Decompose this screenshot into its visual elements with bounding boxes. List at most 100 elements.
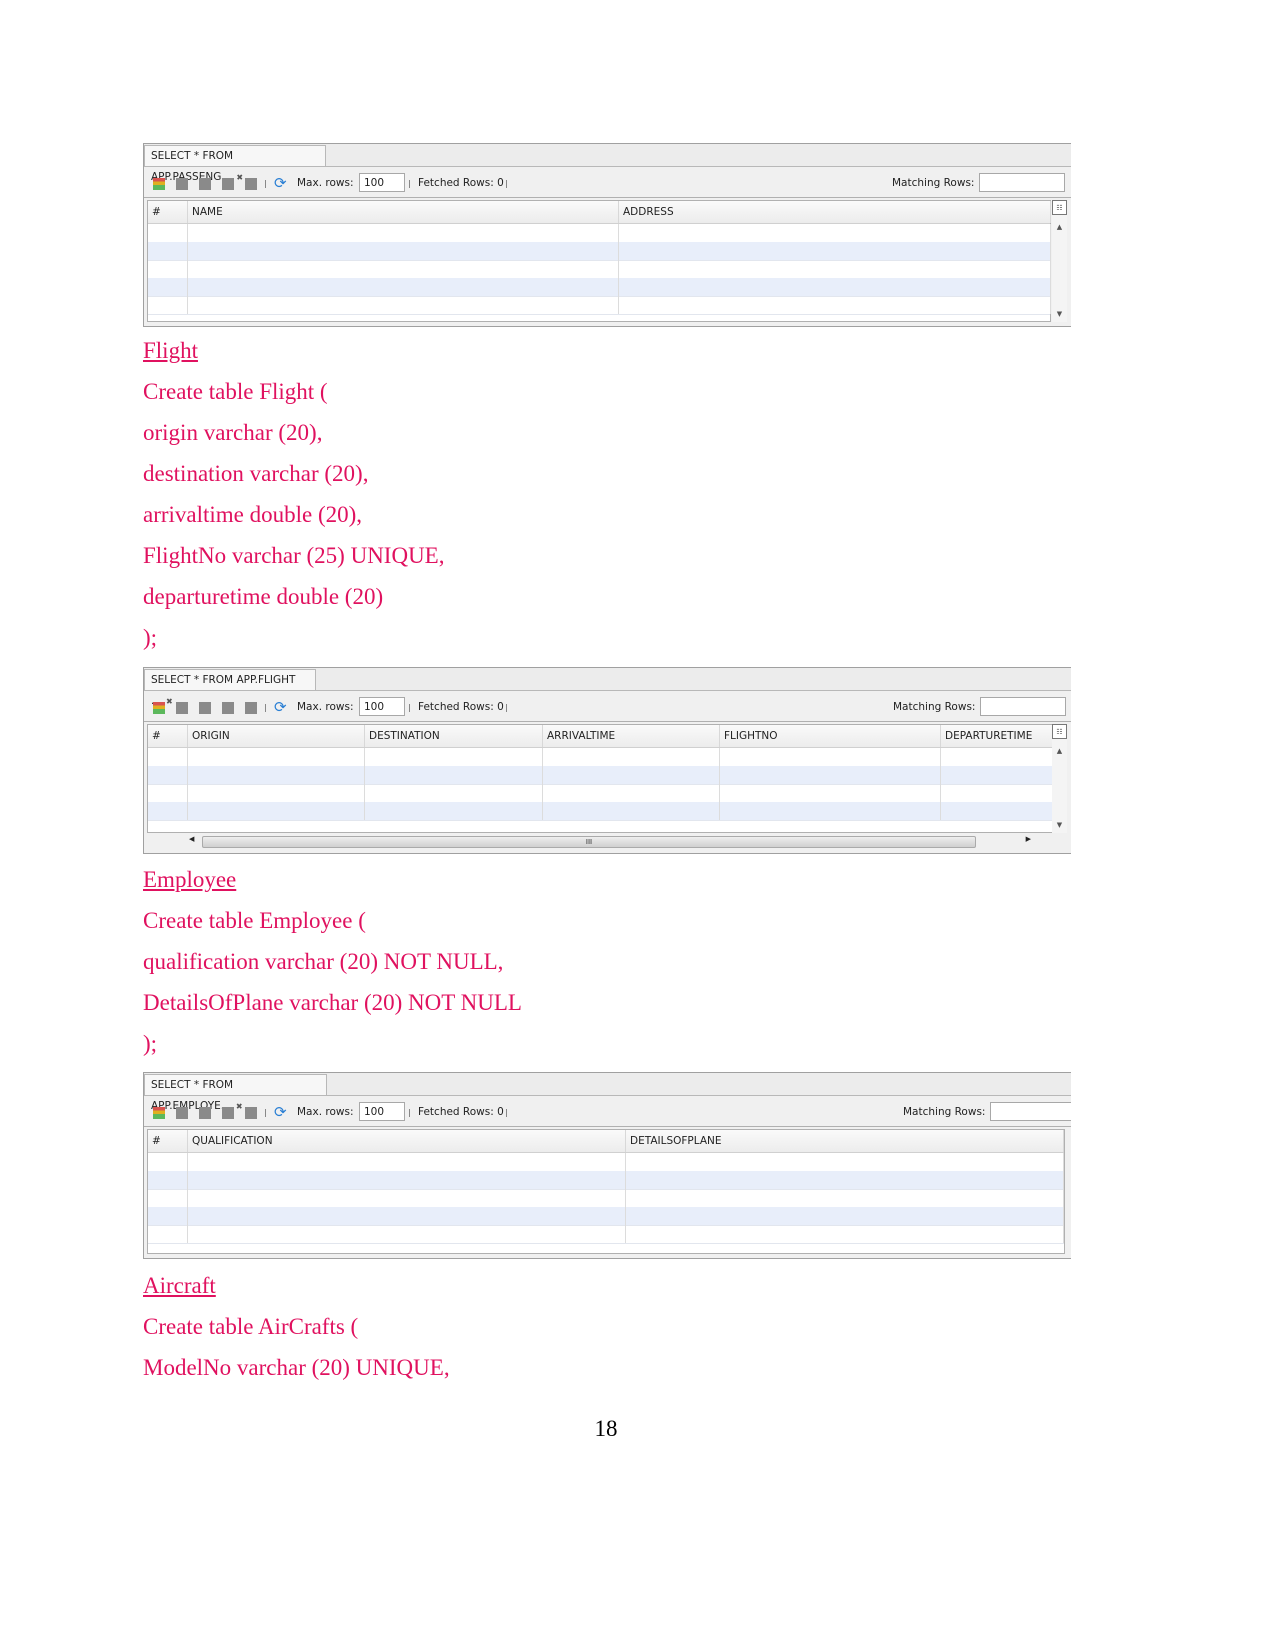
table-cell[interactable] [188, 260, 619, 278]
delete-row-icon[interactable] [176, 178, 188, 190]
table-cell[interactable] [619, 242, 1051, 260]
truncate-table-icon[interactable] [245, 178, 257, 190]
table-cell[interactable] [626, 1207, 1064, 1225]
table-cell[interactable] [365, 802, 543, 820]
scroll-left-icon[interactable]: ◀ [189, 835, 194, 843]
table-row[interactable] [148, 260, 1051, 279]
table-cell[interactable] [626, 1171, 1064, 1189]
column-header[interactable]: # [148, 725, 188, 747]
table-cell[interactable] [148, 1171, 188, 1189]
table-cell[interactable] [365, 748, 543, 766]
column-header[interactable]: FLIGHTNO [720, 725, 941, 747]
table-cell[interactable] [188, 748, 365, 766]
max-rows-input[interactable]: 100 [359, 697, 405, 716]
matching-rows-input[interactable] [990, 1102, 1071, 1121]
delete-row-icon[interactable] [176, 702, 188, 714]
insert-row-icon[interactable] [153, 1107, 165, 1119]
table-row[interactable] [148, 802, 1055, 821]
column-chooser-icon[interactable]: ☷ [1052, 724, 1067, 739]
table-cell[interactable] [626, 1189, 1064, 1207]
table-cell[interactable] [543, 802, 720, 820]
table-cell[interactable] [188, 766, 365, 784]
table-cell[interactable] [626, 1225, 1064, 1243]
table-cell[interactable] [148, 1207, 188, 1225]
refresh-icon[interactable]: ⟳ [274, 698, 287, 716]
column-header[interactable]: DESTINATION [365, 725, 543, 747]
cancel-edits-icon[interactable] [222, 1107, 234, 1119]
table-cell[interactable] [188, 278, 619, 296]
column-header[interactable]: ADDRESS [619, 201, 1051, 223]
vertical-scrollbar[interactable]: ☷ ▲ ▼ [1052, 200, 1067, 322]
truncate-table-icon[interactable] [245, 702, 257, 714]
table-cell[interactable] [619, 224, 1051, 242]
table-cell[interactable] [619, 278, 1051, 296]
table-cell[interactable] [148, 242, 188, 260]
table-cell[interactable] [188, 1171, 626, 1189]
table-cell[interactable] [148, 1189, 188, 1207]
insert-row-icon[interactable] [153, 702, 165, 714]
table-cell[interactable] [619, 260, 1051, 278]
max-rows-input[interactable]: 100 [359, 173, 405, 192]
scroll-right-icon[interactable]: ▶ [1026, 835, 1031, 843]
table-cell[interactable] [148, 748, 188, 766]
table-cell[interactable] [188, 1225, 626, 1243]
column-header[interactable]: ORIGIN [188, 725, 365, 747]
table-cell[interactable] [543, 748, 720, 766]
scroll-up-icon[interactable]: ▲ [1052, 220, 1067, 235]
table-cell[interactable] [188, 1153, 626, 1171]
table-cell[interactable] [148, 260, 188, 278]
vertical-scrollbar[interactable]: ☷ ▲ ▼ [1052, 724, 1067, 833]
scroll-up-icon[interactable]: ▲ [1052, 744, 1067, 759]
table-cell[interactable] [148, 784, 188, 802]
column-header[interactable]: # [148, 1130, 188, 1152]
table-cell[interactable] [148, 1225, 188, 1243]
scrollbar-thumb[interactable]: III [202, 836, 976, 848]
table-cell[interactable] [188, 1207, 626, 1225]
scroll-down-icon[interactable]: ▼ [1052, 307, 1067, 322]
max-rows-input[interactable]: 100 [359, 1102, 405, 1121]
table-row[interactable] [148, 1153, 1064, 1172]
column-header[interactable]: DETAILSOFPLANE [626, 1130, 1064, 1152]
table-row[interactable] [148, 1171, 1064, 1190]
matching-rows-input[interactable] [980, 697, 1066, 716]
table-cell[interactable] [188, 242, 619, 260]
refresh-icon[interactable]: ⟳ [274, 1103, 287, 1121]
cancel-edits-icon[interactable] [222, 702, 234, 714]
table-cell[interactable] [720, 766, 941, 784]
truncate-table-icon[interactable] [245, 1107, 257, 1119]
table-cell[interactable] [148, 224, 188, 242]
query-tab[interactable]: SELECT * FROM APP.FLIGHT ... ✖ [144, 669, 316, 707]
table-row[interactable] [148, 296, 1051, 315]
table-cell[interactable] [365, 784, 543, 802]
table-cell[interactable] [188, 296, 619, 314]
cancel-edits-icon[interactable] [222, 178, 234, 190]
commit-icon[interactable] [199, 702, 211, 714]
table-cell[interactable] [619, 296, 1051, 314]
table-cell[interactable] [148, 296, 188, 314]
column-chooser-icon[interactable]: ☷ [1052, 200, 1067, 215]
column-header[interactable]: NAME [188, 201, 619, 223]
commit-icon[interactable] [199, 1107, 211, 1119]
insert-row-icon[interactable] [153, 178, 165, 190]
delete-row-icon[interactable] [176, 1107, 188, 1119]
commit-icon[interactable] [199, 178, 211, 190]
table-cell[interactable] [941, 748, 1055, 766]
table-cell[interactable] [148, 1153, 188, 1171]
table-row[interactable] [148, 278, 1051, 297]
table-row[interactable] [148, 1225, 1064, 1244]
table-row[interactable] [148, 784, 1055, 803]
table-cell[interactable] [188, 802, 365, 820]
refresh-icon[interactable]: ⟳ [274, 174, 287, 192]
column-header[interactable]: ARRIVALTIME [543, 725, 720, 747]
table-cell[interactable] [941, 766, 1055, 784]
table-row[interactable] [148, 1189, 1064, 1208]
column-header[interactable]: DEPARTURETIME [941, 725, 1055, 747]
table-cell[interactable] [148, 278, 188, 296]
scroll-down-icon[interactable]: ▼ [1052, 818, 1067, 833]
matching-rows-input[interactable] [979, 173, 1065, 192]
horizontal-scrollbar[interactable]: ◀ III ▶ [184, 834, 1051, 848]
table-cell[interactable] [148, 766, 188, 784]
table-row[interactable] [148, 242, 1051, 261]
table-cell[interactable] [720, 784, 941, 802]
query-tab[interactable]: SELECT * FROM APP.PASSENG... ✖ [144, 145, 326, 183]
